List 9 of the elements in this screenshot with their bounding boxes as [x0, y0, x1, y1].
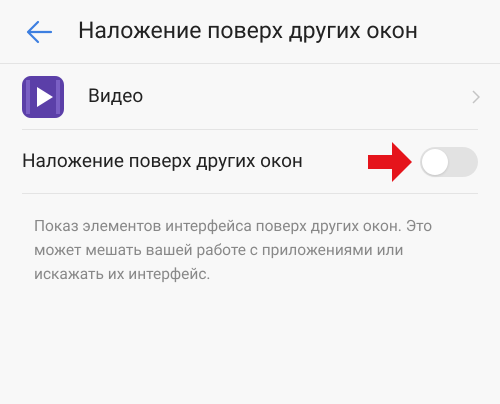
chevron-icon — [472, 90, 480, 104]
setting-label: Наложение поверх других окон — [22, 148, 304, 174]
arrow-icon — [368, 142, 412, 182]
description-text: Показ элементов интерфейса поверх других окон. Это может мешать вашей работе с приложениями или искажать их интерфейс. — [34, 216, 434, 285]
back-icon[interactable] — [25, 20, 53, 44]
video-app-icon — [22, 76, 64, 118]
page-title: Наложение поверх других окон — [78, 16, 418, 46]
overlay-toggle[interactable] — [420, 146, 478, 176]
app-name[interactable]: Видео — [88, 82, 472, 111]
